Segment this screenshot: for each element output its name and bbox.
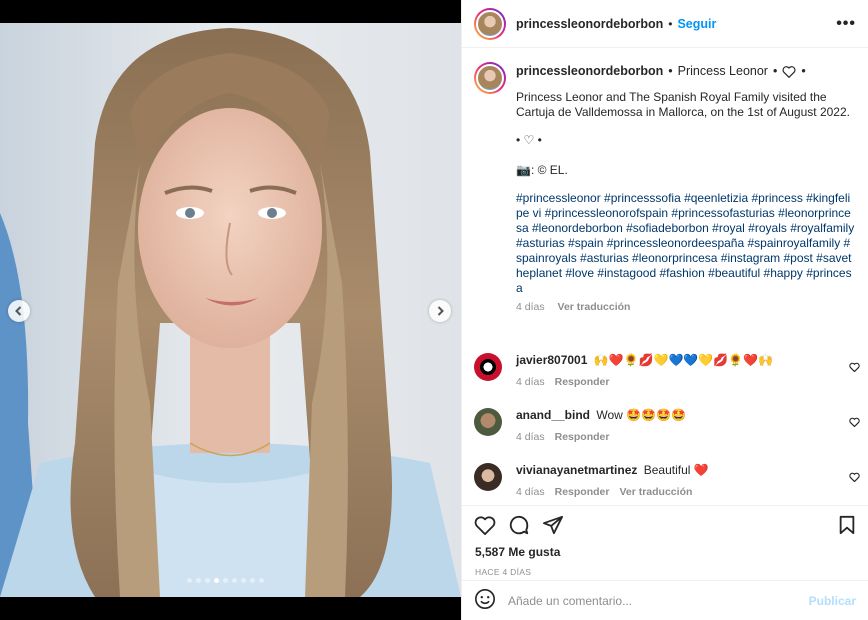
heart-outline-icon — [782, 65, 796, 78]
carousel-dot — [241, 578, 246, 583]
post-caption: princessleonordeborbon • Princess Leonor… — [462, 48, 868, 313]
comment-bubble-icon — [509, 515, 529, 534]
see-translation-link[interactable]: Ver traducción — [558, 301, 631, 313]
comment-username[interactable]: anand__bind — [516, 408, 590, 422]
caption-avatar[interactable] — [474, 62, 506, 94]
publish-button[interactable]: Publicar — [809, 594, 856, 608]
heart-icon — [474, 515, 496, 535]
carousel-indicator — [187, 578, 264, 583]
reply-button[interactable]: Responder — [555, 376, 610, 388]
author-avatar[interactable] — [474, 7, 506, 40]
add-comment-bar: Publicar — [462, 580, 868, 620]
comment-text: Beautiful ❤️ — [643, 463, 709, 477]
comment-time: 4 días — [516, 376, 545, 388]
separator-dot: • — [668, 16, 673, 31]
see-translation-link[interactable]: Ver traducción — [619, 486, 692, 498]
caption-hashtags[interactable]: #princessleonor #princesssofia #qeenleti… — [516, 191, 856, 296]
post-actions-bar — [462, 505, 868, 537]
caption-credit: 📷: © EL. — [516, 163, 568, 177]
carousel-dot — [196, 578, 201, 583]
like-comment-icon[interactable] — [849, 416, 860, 430]
comment-avatar[interactable] — [474, 353, 502, 381]
comment-username[interactable]: vivianayanetmartinez — [516, 463, 637, 477]
comment-item: anand__bind Wow 🤩🤩🤩🤩 4 días Responder — [462, 408, 868, 443]
comment-item: javier807001 🙌❤️🌻💋💛💙💙💛💋🌻❤️🙌 4 días Respon… — [462, 353, 868, 388]
like-button[interactable] — [474, 515, 496, 535]
comment-text: Wow 🤩🤩🤩🤩 — [596, 408, 686, 422]
reply-button[interactable]: Responder — [555, 486, 610, 498]
emoji-icon[interactable] — [474, 588, 496, 613]
like-comment-icon[interactable] — [849, 361, 860, 375]
author-username[interactable]: princessleonordeborbon — [516, 17, 663, 31]
separator-dot: • — [772, 64, 778, 78]
save-button[interactable] — [838, 515, 856, 535]
carousel-dot — [259, 578, 264, 583]
post-media — [0, 0, 461, 620]
carousel-dot — [232, 578, 237, 583]
reply-button[interactable]: Responder — [555, 431, 610, 443]
chevron-right-icon — [437, 306, 444, 316]
bookmark-icon — [839, 515, 855, 534]
comment-item: vivianayanetmartinez Beautiful ❤️ 4 días… — [462, 463, 868, 498]
previous-slide-button[interactable] — [8, 300, 30, 322]
follow-button[interactable]: Seguir — [677, 17, 716, 31]
separator-dot: • — [668, 64, 673, 78]
comment-username[interactable]: javier807001 — [516, 353, 587, 367]
caption-bullet: • ♡ • — [516, 133, 542, 147]
caption-username[interactable]: princessleonordeborbon — [516, 64, 663, 78]
carousel-dot — [214, 578, 219, 583]
comment-time: 4 días — [516, 431, 545, 443]
caption-time: 4 días — [516, 301, 545, 313]
carousel-dot — [250, 578, 255, 583]
more-options-icon[interactable]: ••• — [836, 15, 856, 33]
post-header: princessleonordeborbon • Seguir ••• — [462, 0, 868, 48]
comment-button[interactable] — [508, 514, 530, 536]
carousel-dot — [223, 578, 228, 583]
like-count[interactable]: 5,587 Me gusta — [475, 545, 560, 559]
carousel-dot — [205, 578, 210, 583]
carousel-dot — [187, 578, 192, 583]
post-details-panel: princessleonordeborbon • Seguir ••• prin… — [461, 0, 868, 620]
paper-plane-icon — [543, 515, 563, 534]
chevron-left-icon — [15, 306, 22, 316]
like-comment-icon[interactable] — [849, 471, 860, 485]
post-photo — [0, 23, 461, 597]
caption-text: Princess Leonor and The Spanish Royal Fa… — [516, 90, 850, 119]
comment-avatar[interactable] — [474, 463, 502, 491]
portrait-image — [0, 23, 461, 597]
separator-dot: • — [801, 64, 806, 78]
share-button[interactable] — [542, 515, 564, 535]
next-slide-button[interactable] — [429, 300, 451, 322]
comment-input[interactable] — [508, 593, 809, 608]
caption-title: Princess Leonor — [677, 64, 768, 78]
comment-time: 4 días — [516, 486, 545, 498]
comment-text: 🙌❤️🌻💋💛💙💙💛💋🌻❤️🙌 — [593, 353, 774, 367]
caption-meta: 4 días Ver traducción — [516, 301, 856, 313]
posted-timestamp: HACE 4 DÍAS — [475, 567, 532, 577]
comments-list[interactable]: princessleonordeborbon • Princess Leonor… — [462, 48, 868, 498]
comment-avatar[interactable] — [474, 408, 502, 436]
